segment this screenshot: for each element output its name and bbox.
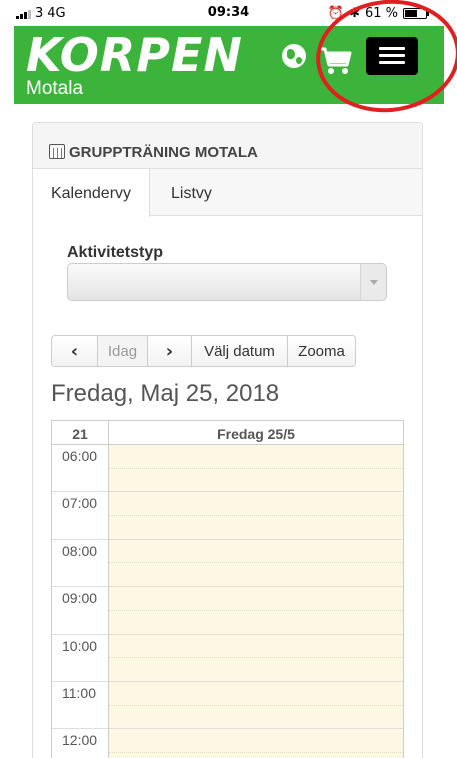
time-slot-cell[interactable] <box>109 752 403 758</box>
week-number: 21 <box>52 421 109 444</box>
chevron-right-icon: › <box>165 340 174 362</box>
time-slot-row: 06:00 <box>52 445 403 469</box>
time-slot-cell[interactable] <box>109 634 403 659</box>
view-tabs: Kalendervy Listvy <box>33 169 422 217</box>
hour-label-blank <box>52 658 109 682</box>
activity-type-label: Aktivitetstyp <box>67 244 164 261</box>
time-slot-cell[interactable] <box>109 516 403 540</box>
calendar-nav: ‹ Idag › Välj datum Zooma <box>51 335 356 367</box>
time-slot-cell[interactable] <box>109 468 403 493</box>
time-slot-cell[interactable] <box>109 587 403 611</box>
time-slot-row: 12:00 <box>52 729 403 753</box>
globe-icon[interactable] <box>282 44 306 68</box>
time-slot-row <box>52 610 403 635</box>
time-slot-cell[interactable] <box>109 681 403 706</box>
cart-icon[interactable] <box>318 46 352 76</box>
time-slot-row <box>52 705 403 730</box>
hour-label-blank <box>52 563 109 588</box>
battery-icon <box>403 8 429 19</box>
hour-label: 12:00 <box>52 729 109 753</box>
hour-label-blank <box>52 752 109 758</box>
panel-title: GRUPPTRÄNING MOTALA <box>69 144 258 161</box>
time-slot-row <box>52 752 403 758</box>
time-slot-cell[interactable] <box>109 445 403 469</box>
current-date-title: Fredag, Maj 25, 2018 <box>51 380 280 407</box>
alarm-icon: ⏰ <box>327 6 345 21</box>
activity-type-select[interactable] <box>67 263 387 301</box>
menu-icon-bar <box>379 54 405 57</box>
group-training-panel: GRUPPTRÄNING MOTALA Kalendervy Listvy Ak… <box>32 122 423 758</box>
day-calendar-grid: 21 Fredag 25/5 06:00 07:00 08:00 09:00 10:00… <box>51 420 404 758</box>
hour-label: 06:00 <box>52 445 109 469</box>
time-slot-row: 08:00 <box>52 539 403 564</box>
time-slot-cell[interactable] <box>109 492 403 517</box>
site-logo[interactable]: KORPEN <box>26 31 243 79</box>
calendar-icon <box>49 144 65 159</box>
hour-label: 08:00 <box>52 539 109 564</box>
hour-label-blank <box>52 516 109 540</box>
next-day-button[interactable]: › <box>148 336 192 366</box>
time-slot-row <box>52 468 403 493</box>
time-slot-row <box>52 563 403 588</box>
chevron-down-icon <box>360 264 386 300</box>
hour-label: 10:00 <box>52 634 109 659</box>
previous-day-button[interactable]: ‹ <box>52 336 98 366</box>
battery-percent: 61 % <box>364 6 398 21</box>
tab-list-view[interactable]: Listvy <box>171 169 212 216</box>
time-slot-row: 07:00 <box>52 492 403 517</box>
hour-label-blank <box>52 705 109 730</box>
chevron-left-icon: ‹ <box>70 340 79 362</box>
time-slot-cell[interactable] <box>109 729 403 753</box>
time-slot-cell[interactable] <box>109 610 403 635</box>
time-slot-row: 09:00 <box>52 587 403 611</box>
calendar-header-row: 21 Fredag 25/5 <box>52 421 403 445</box>
time-slot-row: 10:00 <box>52 634 403 659</box>
hour-label: 07:00 <box>52 492 109 517</box>
bluetooth-icon: ✱ <box>349 6 360 21</box>
status-bar: 3 4G 09:34 ⏰ ✱ 61 % <box>0 0 457 26</box>
menu-icon-bar <box>379 61 405 64</box>
menu-icon <box>379 47 405 50</box>
site-logo-subtitle: Motala <box>26 78 84 99</box>
time-slots: 06:00 07:00 08:00 09:00 10:00 11:00 12:00 <box>52 445 403 758</box>
time-slot-row <box>52 516 403 540</box>
time-slot-cell[interactable] <box>109 705 403 730</box>
hour-label: 11:00 <box>52 681 109 706</box>
time-slot-cell[interactable] <box>109 563 403 588</box>
time-slot-row: 11:00 <box>52 681 403 706</box>
time-slot-cell[interactable] <box>109 658 403 682</box>
hour-label-blank <box>52 468 109 493</box>
pick-date-button[interactable]: Välj datum <box>192 336 288 366</box>
site-header: KORPEN Motala <box>14 26 444 104</box>
time-slot-row <box>52 658 403 682</box>
hamburger-menu-button[interactable] <box>366 37 418 75</box>
today-button[interactable]: Idag <box>98 336 148 366</box>
tab-calendar-view[interactable]: Kalendervy <box>33 169 150 217</box>
panel-heading: GRUPPTRÄNING MOTALA <box>33 123 422 169</box>
time-slot-cell[interactable] <box>109 539 403 564</box>
zoom-button[interactable]: Zooma <box>288 336 355 366</box>
hour-label-blank <box>52 610 109 635</box>
day-header: Fredag 25/5 <box>217 426 295 442</box>
hour-label: 09:00 <box>52 587 109 611</box>
